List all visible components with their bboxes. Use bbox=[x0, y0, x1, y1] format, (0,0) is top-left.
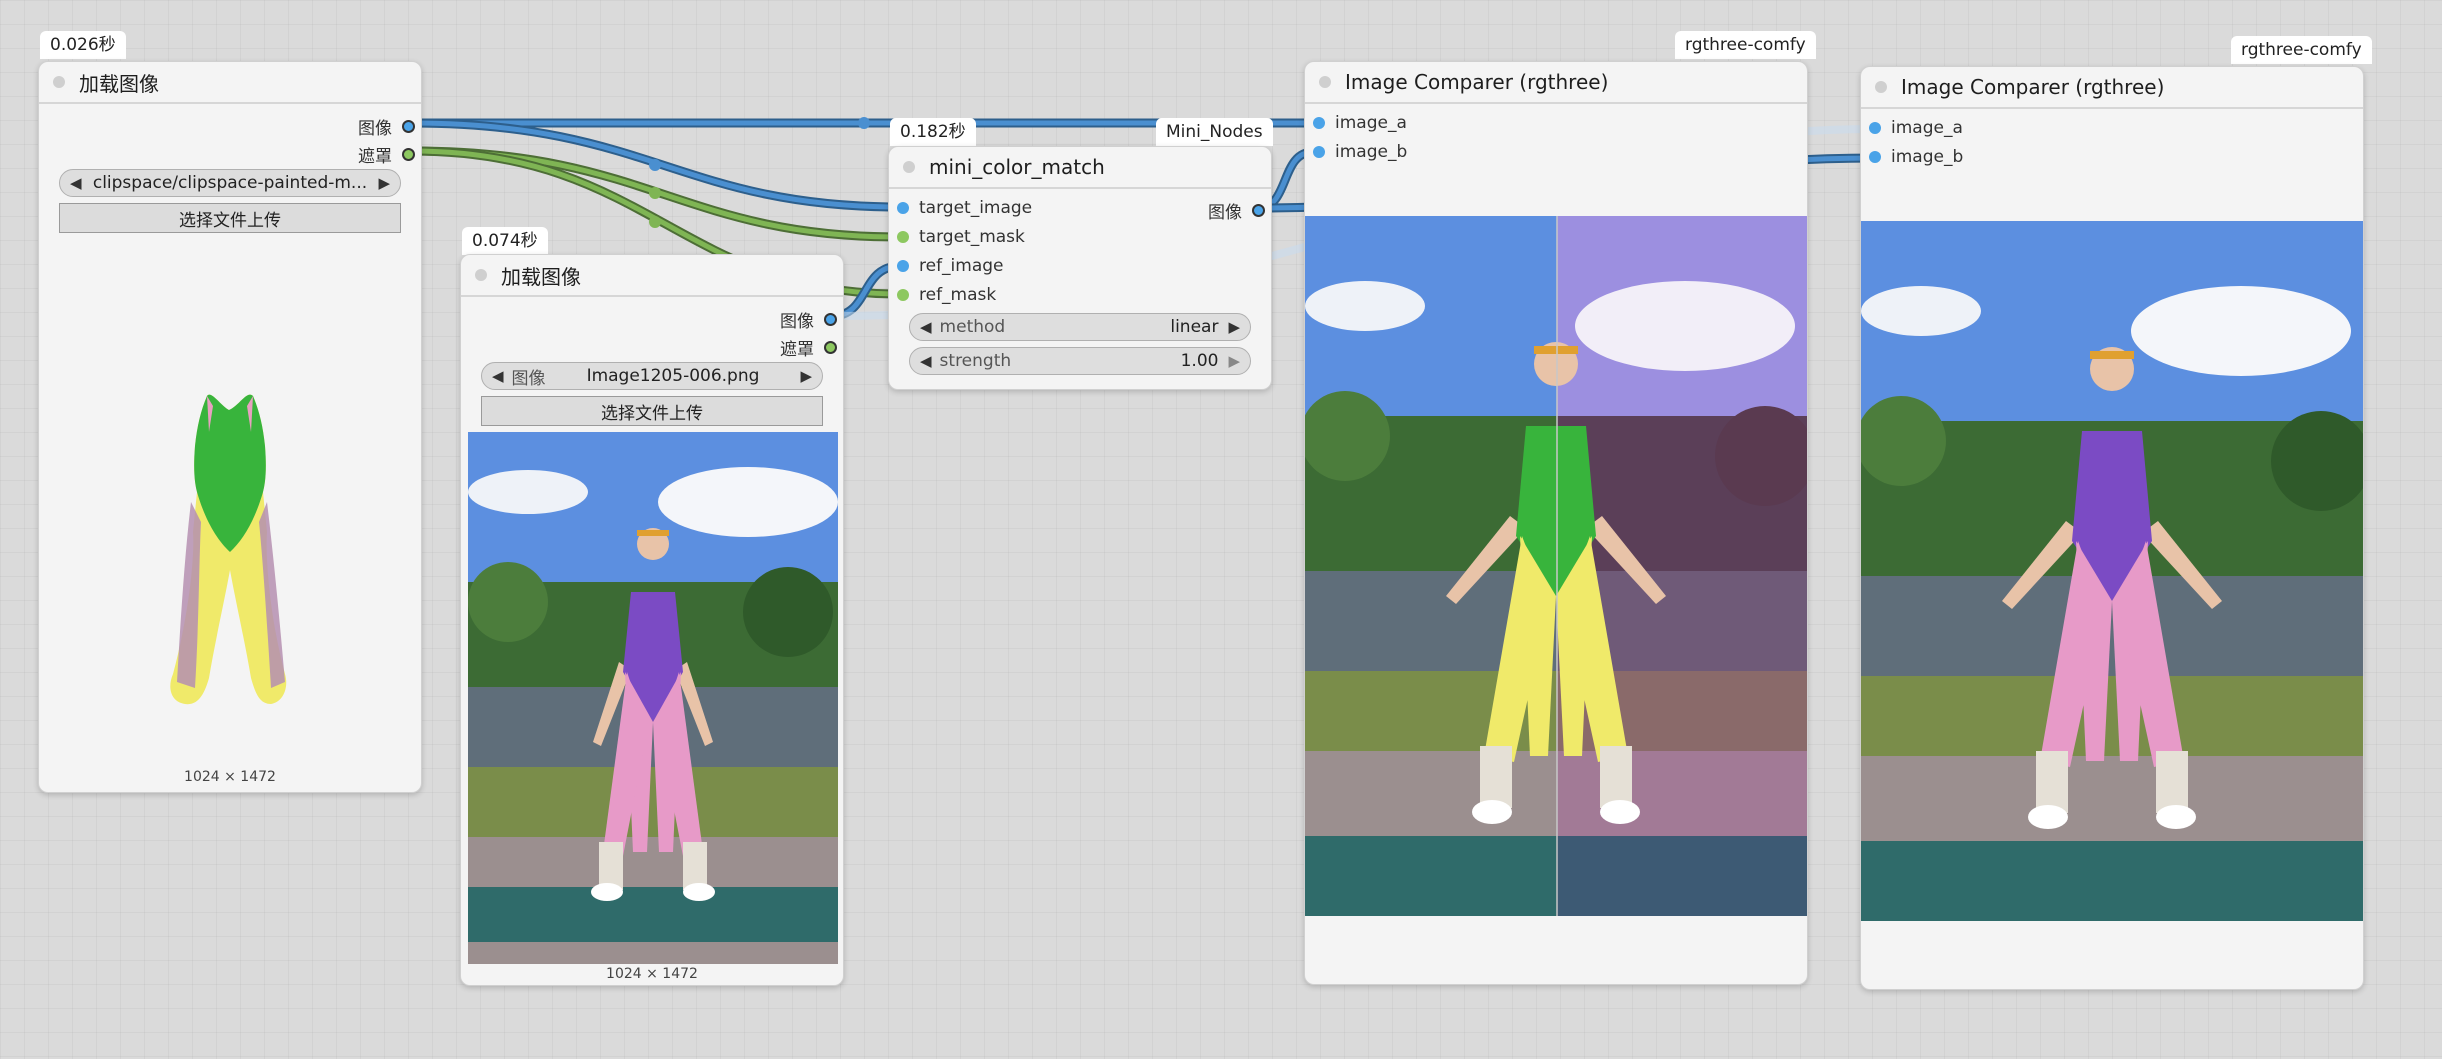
node-timing-badge: 0.182秒 bbox=[890, 118, 976, 146]
input-port-image-a[interactable]: image_a bbox=[1869, 118, 1963, 138]
port-dot-icon[interactable] bbox=[897, 260, 909, 272]
port-dot-icon[interactable] bbox=[1313, 117, 1325, 129]
port-dot-icon[interactable] bbox=[1313, 146, 1325, 158]
node-timing-badge: 0.074秒 bbox=[462, 227, 548, 255]
port-dot-icon[interactable] bbox=[1869, 151, 1881, 163]
image-file-select[interactable]: ◀ clipspace/clipspace-painted-m... ▶ bbox=[59, 169, 401, 197]
comparison-image[interactable] bbox=[1305, 216, 1807, 938]
color-match-node[interactable]: mini_color_match target_image target_mas… bbox=[888, 146, 1272, 390]
port-label: 图像 bbox=[780, 312, 814, 332]
widget-value: 1.00 bbox=[1180, 351, 1219, 371]
node-title: 加载图像 bbox=[501, 264, 581, 289]
collapse-dot-icon[interactable] bbox=[53, 76, 65, 88]
chevron-left-icon[interactable]: ◀ bbox=[492, 367, 504, 385]
node-title-bar[interactable]: 加载图像 bbox=[39, 62, 421, 104]
node-title-bar[interactable]: Image Comparer (rgthree) bbox=[1861, 67, 2363, 109]
port-dot-icon[interactable] bbox=[402, 148, 415, 161]
port-label: image_b bbox=[1891, 147, 1964, 167]
output-port-image[interactable]: 图像 bbox=[780, 307, 837, 332]
node-title: Image Comparer (rgthree) bbox=[1345, 70, 1609, 94]
node-title-bar[interactable]: Image Comparer (rgthree) bbox=[1305, 62, 1807, 104]
port-label: target_image bbox=[919, 198, 1033, 218]
image-file-select[interactable]: ◀ 图像 Image1205-006.png ▶ bbox=[481, 362, 823, 390]
chevron-left-icon[interactable]: ◀ bbox=[70, 174, 82, 192]
input-port-target-image[interactable]: target_image bbox=[897, 198, 1032, 218]
widget-label: strength bbox=[939, 351, 1012, 371]
output-port-image[interactable]: 图像 bbox=[358, 114, 415, 139]
chevron-right-icon[interactable]: ▶ bbox=[1228, 352, 1240, 370]
port-dot-icon[interactable] bbox=[897, 289, 909, 301]
node-source-badge: rgthree-comfy bbox=[1675, 31, 1816, 59]
port-label: image_a bbox=[1891, 118, 1963, 138]
mask-preview-image bbox=[155, 392, 305, 727]
port-label: 图像 bbox=[1208, 203, 1242, 223]
widget-value: linear bbox=[1170, 317, 1219, 337]
port-label: 遮罩 bbox=[358, 147, 392, 167]
output-port-image[interactable]: 图像 bbox=[1208, 198, 1265, 223]
node-title: Image Comparer (rgthree) bbox=[1901, 75, 2165, 99]
collapse-dot-icon[interactable] bbox=[1319, 76, 1331, 88]
output-port-mask[interactable]: 遮罩 bbox=[358, 142, 415, 167]
image-dimensions: 1024 × 1472 bbox=[606, 966, 698, 982]
node-source-badge: Mini_Nodes bbox=[1156, 118, 1273, 146]
method-combo[interactable]: ◀ method linear ▶ bbox=[909, 313, 1251, 341]
port-label: ref_image bbox=[919, 256, 1004, 276]
node-title: mini_color_match bbox=[929, 155, 1105, 179]
chevron-right-icon[interactable]: ▶ bbox=[1228, 318, 1240, 336]
input-port-image-b[interactable]: image_b bbox=[1313, 142, 1407, 162]
port-label: image_b bbox=[1335, 142, 1408, 162]
port-label: target_mask bbox=[919, 227, 1025, 247]
node-timing-badge: 0.026秒 bbox=[40, 31, 126, 59]
port-dot-icon[interactable] bbox=[897, 231, 909, 243]
port-dot-icon[interactable] bbox=[1869, 122, 1881, 134]
output-port-mask[interactable]: 遮罩 bbox=[780, 335, 837, 360]
input-port-image-a[interactable]: image_a bbox=[1313, 113, 1407, 133]
chevron-right-icon[interactable]: ▶ bbox=[378, 174, 390, 192]
collapse-dot-icon[interactable] bbox=[475, 269, 487, 281]
input-port-image-b[interactable]: image_b bbox=[1869, 147, 1963, 167]
port-dot-icon[interactable] bbox=[824, 341, 837, 354]
port-dot-icon[interactable] bbox=[402, 120, 415, 133]
file-select-value: clipspace/clipspace-painted-m... bbox=[92, 173, 368, 193]
image-dimensions: 1024 × 1472 bbox=[184, 769, 276, 785]
input-port-target-mask[interactable]: target_mask bbox=[897, 227, 1025, 247]
node-title: 加载图像 bbox=[79, 71, 159, 96]
upload-file-button[interactable]: 选择文件上传 bbox=[59, 203, 401, 233]
port-label: 遮罩 bbox=[780, 340, 814, 360]
node-title-bar[interactable]: 加载图像 bbox=[461, 255, 843, 297]
comparison-image[interactable] bbox=[1861, 221, 2363, 943]
port-label: ref_mask bbox=[919, 285, 997, 305]
widget-label: method bbox=[939, 317, 1006, 337]
chevron-left-icon[interactable]: ◀ bbox=[920, 352, 932, 370]
port-dot-icon[interactable] bbox=[897, 202, 909, 214]
upload-file-button[interactable]: 选择文件上传 bbox=[481, 396, 823, 426]
chevron-right-icon[interactable]: ▶ bbox=[800, 367, 812, 385]
file-select-value: Image1205-006.png bbox=[586, 366, 760, 386]
collapse-dot-icon[interactable] bbox=[903, 161, 915, 173]
file-select-label: 图像 bbox=[511, 368, 546, 389]
load-image-node[interactable]: 加载图像 图像 遮罩 ◀ 图像 Image1205-006.png ▶ 选择文件… bbox=[460, 254, 844, 986]
node-title-bar[interactable]: mini_color_match bbox=[889, 147, 1271, 189]
image-comparer-node[interactable]: Image Comparer (rgthree) image_a image_b bbox=[1860, 66, 2364, 990]
collapse-dot-icon[interactable] bbox=[1875, 81, 1887, 93]
strength-number[interactable]: ◀ strength 1.00 ▶ bbox=[909, 347, 1251, 375]
load-image-node[interactable]: 加载图像 图像 遮罩 ◀ clipspace/clipspace-painted… bbox=[38, 61, 422, 793]
port-dot-icon[interactable] bbox=[824, 313, 837, 326]
preview-image bbox=[468, 432, 838, 964]
image-comparer-node[interactable]: Image Comparer (rgthree) image_a image_b bbox=[1304, 61, 1808, 985]
input-port-ref-image[interactable]: ref_image bbox=[897, 256, 1004, 276]
port-label: image_a bbox=[1335, 113, 1407, 133]
port-dot-icon[interactable] bbox=[1252, 204, 1265, 217]
port-label: 图像 bbox=[358, 119, 392, 139]
chevron-left-icon[interactable]: ◀ bbox=[920, 318, 932, 336]
node-source-badge: rgthree-comfy bbox=[2231, 36, 2372, 64]
input-port-ref-mask[interactable]: ref_mask bbox=[897, 285, 996, 305]
